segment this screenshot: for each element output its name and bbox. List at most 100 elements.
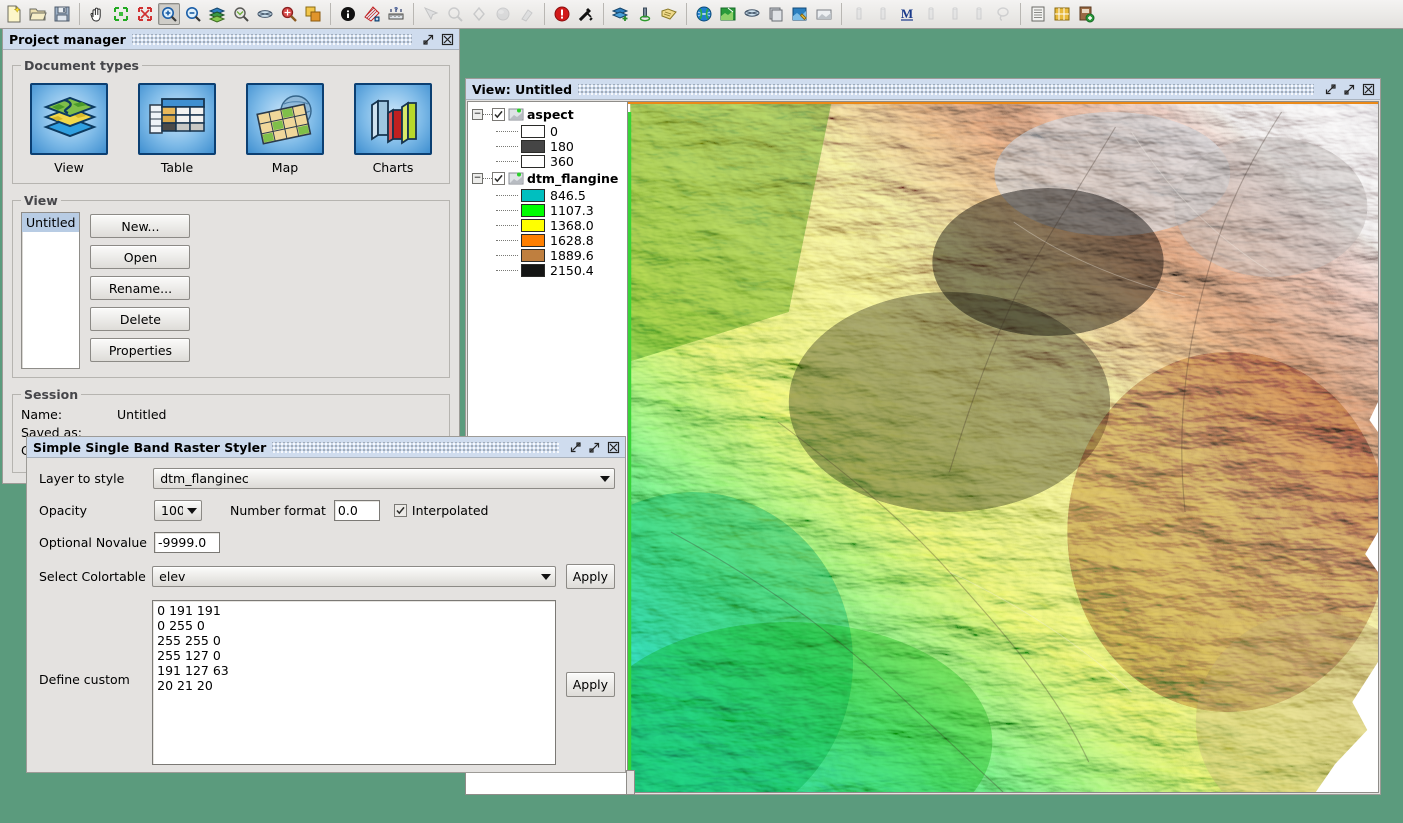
layer-visibility-checkbox-dtm-flangine[interactable] (492, 172, 505, 185)
layer-node-aspect[interactable]: − aspect (470, 105, 627, 124)
edit-properties-icon[interactable] (789, 3, 811, 25)
frame-zoom-icon[interactable] (302, 3, 324, 25)
doctype-charts[interactable]: Charts (350, 83, 436, 175)
chimney-tool-2-icon[interactable] (872, 3, 894, 25)
layer-to-style-label: Layer to style (39, 471, 125, 486)
table-grid-icon (138, 83, 216, 155)
doctype-view[interactable]: View (26, 83, 112, 175)
doctype-table[interactable]: Table (134, 83, 220, 175)
zoom-layer-extent-icon[interactable] (134, 3, 156, 25)
layer-visibility-checkbox-aspect[interactable] (492, 108, 505, 121)
map-region-icon[interactable] (1051, 3, 1073, 25)
link-layers-icon[interactable] (741, 3, 763, 25)
chevron-down-icon (600, 475, 610, 482)
number-format-label: Number format (230, 503, 326, 518)
close-icon[interactable] (1360, 81, 1377, 97)
tools-wrench-icon[interactable] (575, 3, 597, 25)
stop-error-icon[interactable] (551, 3, 573, 25)
lasso-icon[interactable] (992, 3, 1014, 25)
edit-layer-icon[interactable] (658, 3, 680, 25)
apply-custom-button[interactable]: Apply (565, 672, 615, 697)
open-folder-icon[interactable] (27, 3, 49, 25)
layer-node-dtm-flangine[interactable]: − dtm_flangine (470, 169, 627, 188)
legend-item: 1368.0 (470, 218, 627, 233)
optional-novalue-input[interactable]: -9999.0 (154, 532, 220, 553)
chimney-tool-icon[interactable] (848, 3, 870, 25)
define-custom-textarea[interactable]: 0 191 191 0 255 0 255 255 0 255 127 0 19… (152, 600, 556, 765)
pan-hand-icon[interactable] (86, 3, 108, 25)
zoom-in-icon[interactable] (158, 3, 180, 25)
interpolated-checkbox[interactable] (393, 504, 407, 517)
opacity-combo[interactable]: 100 (154, 500, 202, 521)
maximize-icon[interactable] (1341, 81, 1358, 97)
number-format-input[interactable]: 0.0 (333, 500, 380, 521)
legend-swatch (521, 234, 545, 247)
layer-to-style-combo[interactable]: dtm_flanginec (153, 468, 615, 489)
chimney-tool-3-icon[interactable] (920, 3, 942, 25)
chimney-tool-4-icon[interactable] (944, 3, 966, 25)
copy-layer-icon[interactable] (765, 3, 787, 25)
zoom-previous-icon[interactable] (230, 3, 252, 25)
tree-connector (496, 224, 518, 227)
toolbar-group-alerts (548, 1, 600, 27)
project-manager-window: Project manager Document types View Tabl… (2, 28, 460, 484)
zoom-out-icon[interactable] (182, 3, 204, 25)
clear-selection-icon[interactable] (516, 3, 538, 25)
zoom-selection-icon[interactable] (254, 3, 276, 25)
view-list[interactable]: Untitled (21, 212, 81, 369)
zoom-to-layers-icon[interactable] (206, 3, 228, 25)
map-canvas[interactable] (627, 101, 1379, 793)
select-colortable-combo[interactable]: elev (152, 566, 556, 587)
collapse-icon[interactable]: − (472, 109, 483, 120)
doctype-map[interactable]: Map (242, 83, 328, 175)
select-by-buffer-icon[interactable] (492, 3, 514, 25)
select-by-polygon-icon[interactable] (468, 3, 490, 25)
chimney-tool-5-icon[interactable] (968, 3, 990, 25)
save-disk-icon[interactable] (51, 3, 73, 25)
view-window-titlebar[interactable]: View: Untitled (466, 79, 1380, 100)
open-button[interactable]: Open (90, 245, 191, 269)
add-point-icon[interactable] (634, 3, 656, 25)
restore-icon[interactable] (1322, 81, 1339, 97)
map-sheet-icon[interactable] (717, 3, 739, 25)
restore-icon[interactable] (567, 439, 584, 455)
tree-connector (483, 177, 492, 180)
legend-label: 1628.8 (550, 233, 594, 248)
m-measure-icon[interactable]: M (896, 3, 918, 25)
styler-titlebar[interactable]: Simple Single Band Raster Styler (27, 437, 625, 458)
tree-connector (496, 254, 518, 257)
globe-icon[interactable] (693, 3, 715, 25)
maximize-icon[interactable] (420, 31, 437, 47)
distance-measure-icon[interactable]: ? (385, 3, 407, 25)
info-identify-icon[interactable] (337, 3, 359, 25)
new-document-icon[interactable] (3, 3, 25, 25)
session-name-label: Name: (21, 407, 63, 422)
project-manager-titlebar[interactable]: Project manager (3, 29, 459, 50)
collapse-icon[interactable]: − (472, 173, 483, 184)
select-by-rect-icon[interactable] (420, 3, 442, 25)
zoom-marked-icon[interactable] (278, 3, 300, 25)
delete-button[interactable]: Delete (90, 307, 191, 331)
maximize-icon[interactable] (586, 439, 603, 455)
select-by-circle-icon[interactable] (444, 3, 466, 25)
view-action-buttons: New... Open Rename... Delete Properties (90, 212, 191, 369)
apply-colortable-button[interactable]: Apply (565, 564, 615, 589)
raster-image-icon[interactable] (813, 3, 835, 25)
define-custom-row: Define custom 0 191 191 0 255 0 255 255 … (39, 600, 615, 765)
legend-item: 2150.4 (470, 263, 627, 278)
add-database-icon[interactable] (1075, 3, 1097, 25)
legend-label: 2150.4 (550, 263, 594, 278)
session-row-name: Name: Untitled (21, 406, 441, 424)
zoom-full-extent-icon[interactable] (110, 3, 132, 25)
new-button[interactable]: New... (90, 214, 191, 238)
toolbar-separator (603, 3, 604, 25)
rename-button[interactable]: Rename... (90, 276, 191, 300)
toolbar-group-layers (607, 1, 683, 27)
add-layer-icon[interactable] (610, 3, 632, 25)
table-list-icon[interactable] (1027, 3, 1049, 25)
properties-button[interactable]: Properties (90, 338, 191, 362)
view-list-item-untitled[interactable]: Untitled (22, 213, 80, 232)
close-icon[interactable] (605, 439, 622, 455)
area-measure-icon[interactable] (361, 3, 383, 25)
close-icon[interactable] (439, 31, 456, 47)
